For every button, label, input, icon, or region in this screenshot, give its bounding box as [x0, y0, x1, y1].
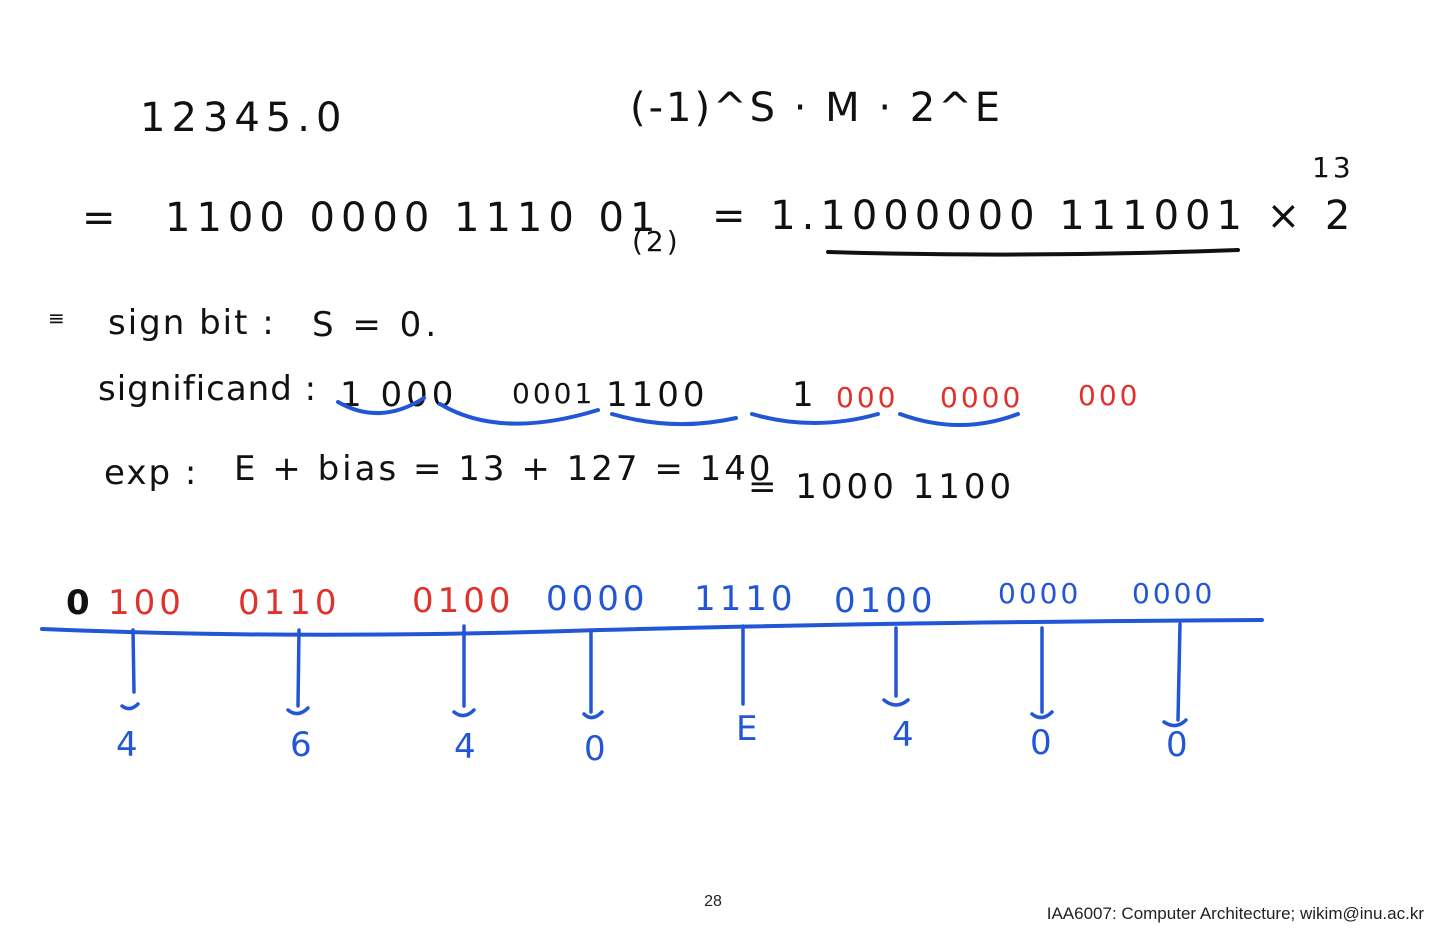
arrow-head	[286, 706, 310, 716]
nibble-ticks	[131, 622, 1182, 722]
arrow-head	[582, 710, 604, 720]
arrow-head	[120, 702, 140, 711]
arrow-head	[452, 708, 476, 718]
page-number: 28	[704, 893, 722, 910]
arrow-head	[882, 698, 910, 707]
brace	[610, 412, 738, 427]
brace	[750, 412, 880, 425]
mantissa-underline	[826, 248, 1240, 257]
brace	[898, 412, 1020, 427]
ink-strokes	[40, 248, 1264, 728]
brace	[438, 402, 600, 426]
footer-text: IAA6007: Computer Architecture; wikim@in…	[1046, 904, 1424, 923]
arrow-head	[1162, 718, 1188, 728]
bit-line	[40, 618, 1264, 637]
tick	[1176, 622, 1182, 722]
grouping-braces	[336, 396, 1020, 427]
slide: 12345.0 (-1)^S · M · 2^E = 1100 0000 111…	[0, 0, 1440, 934]
tick	[296, 628, 301, 708]
tick	[131, 628, 136, 694]
arrow-heads	[120, 698, 1188, 728]
brace	[336, 396, 426, 415]
